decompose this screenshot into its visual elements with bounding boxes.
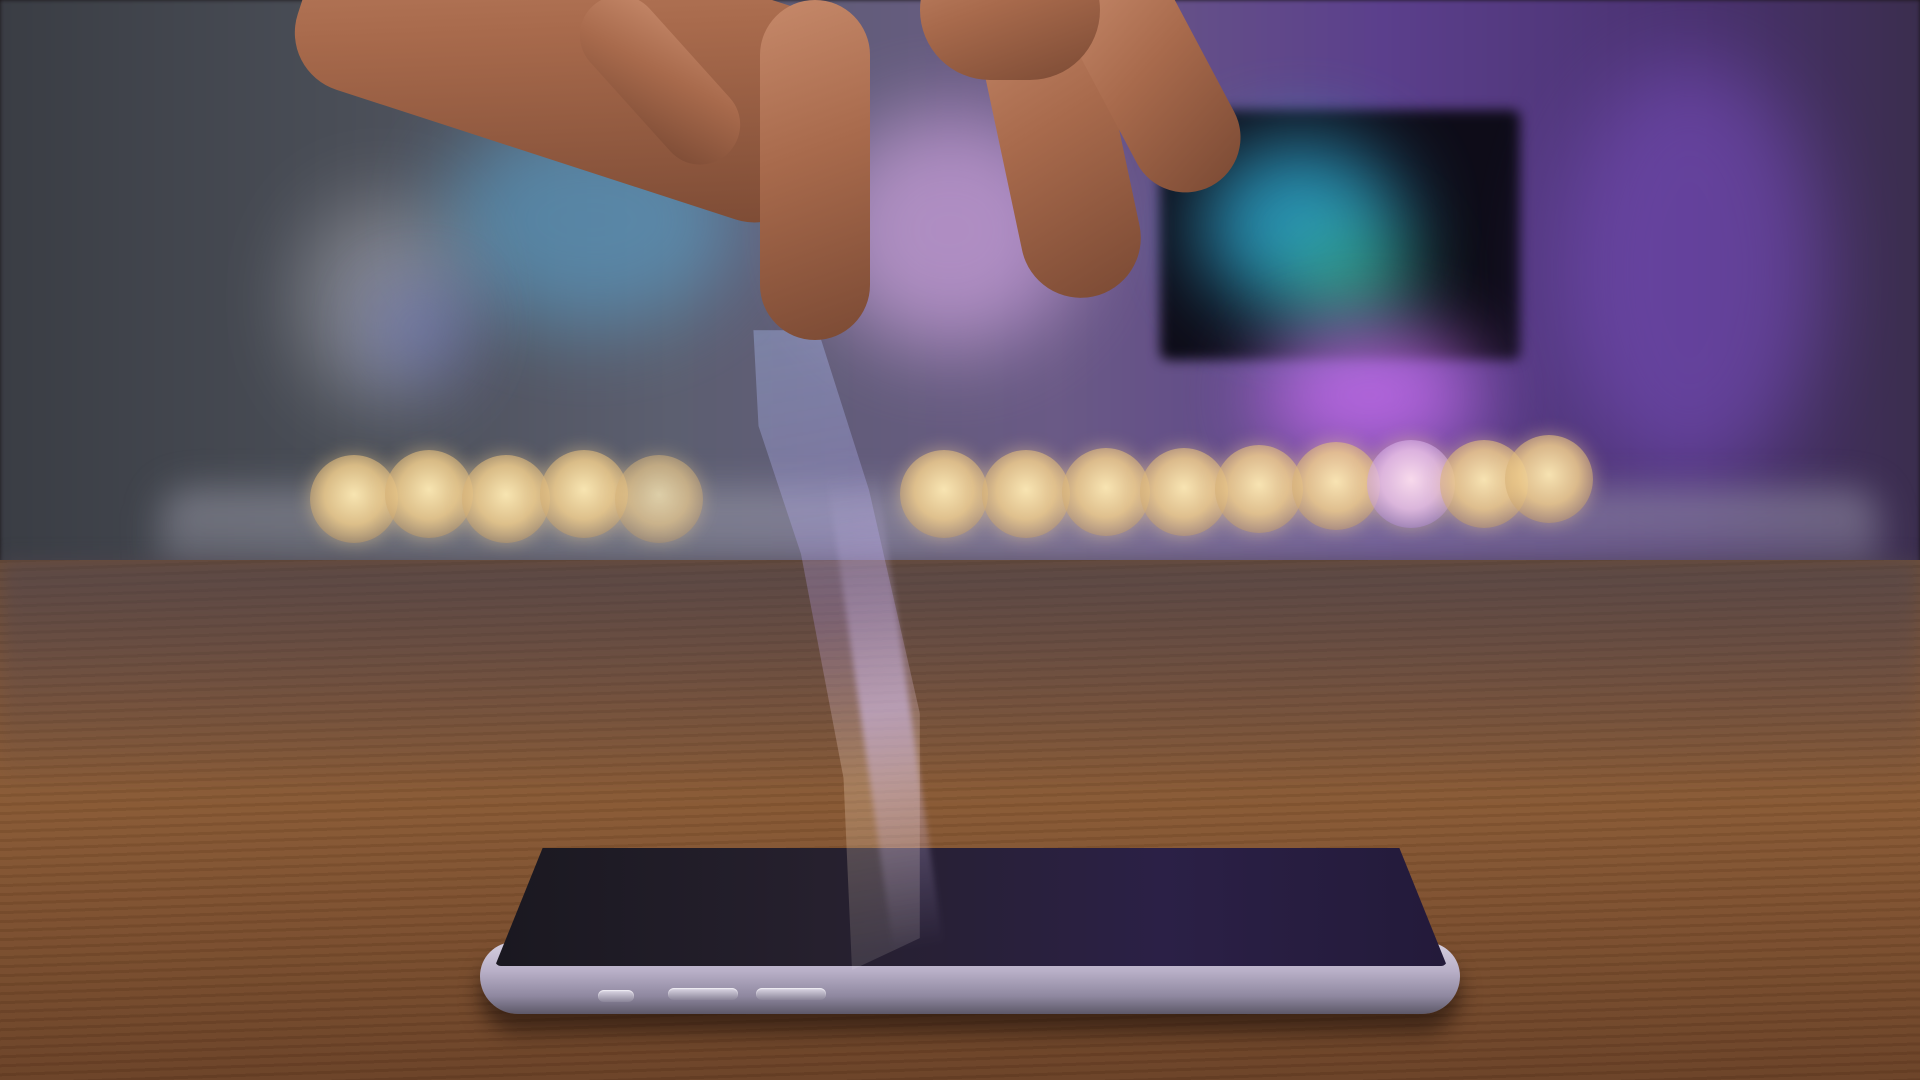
background-light-blob — [1560, 60, 1820, 480]
phone-button — [598, 990, 634, 1002]
bokeh-light — [615, 455, 703, 543]
phone-button — [668, 988, 738, 1000]
photo-scene — [0, 0, 1920, 1080]
bokeh-light — [385, 450, 473, 538]
bokeh-light — [982, 450, 1070, 538]
bokeh-light — [900, 450, 988, 538]
bokeh-light — [1062, 448, 1150, 536]
bokeh-light — [1505, 435, 1593, 523]
bokeh-light — [462, 455, 550, 543]
background-light-blob — [1260, 330, 1480, 460]
table-haze — [0, 560, 1920, 800]
background-light-blob — [380, 290, 460, 370]
phone-screen — [495, 848, 1447, 966]
background-light-blob — [1290, 230, 1410, 340]
bokeh-light — [1215, 445, 1303, 533]
phone-button — [756, 988, 826, 1000]
hand-thumb — [760, 0, 870, 340]
